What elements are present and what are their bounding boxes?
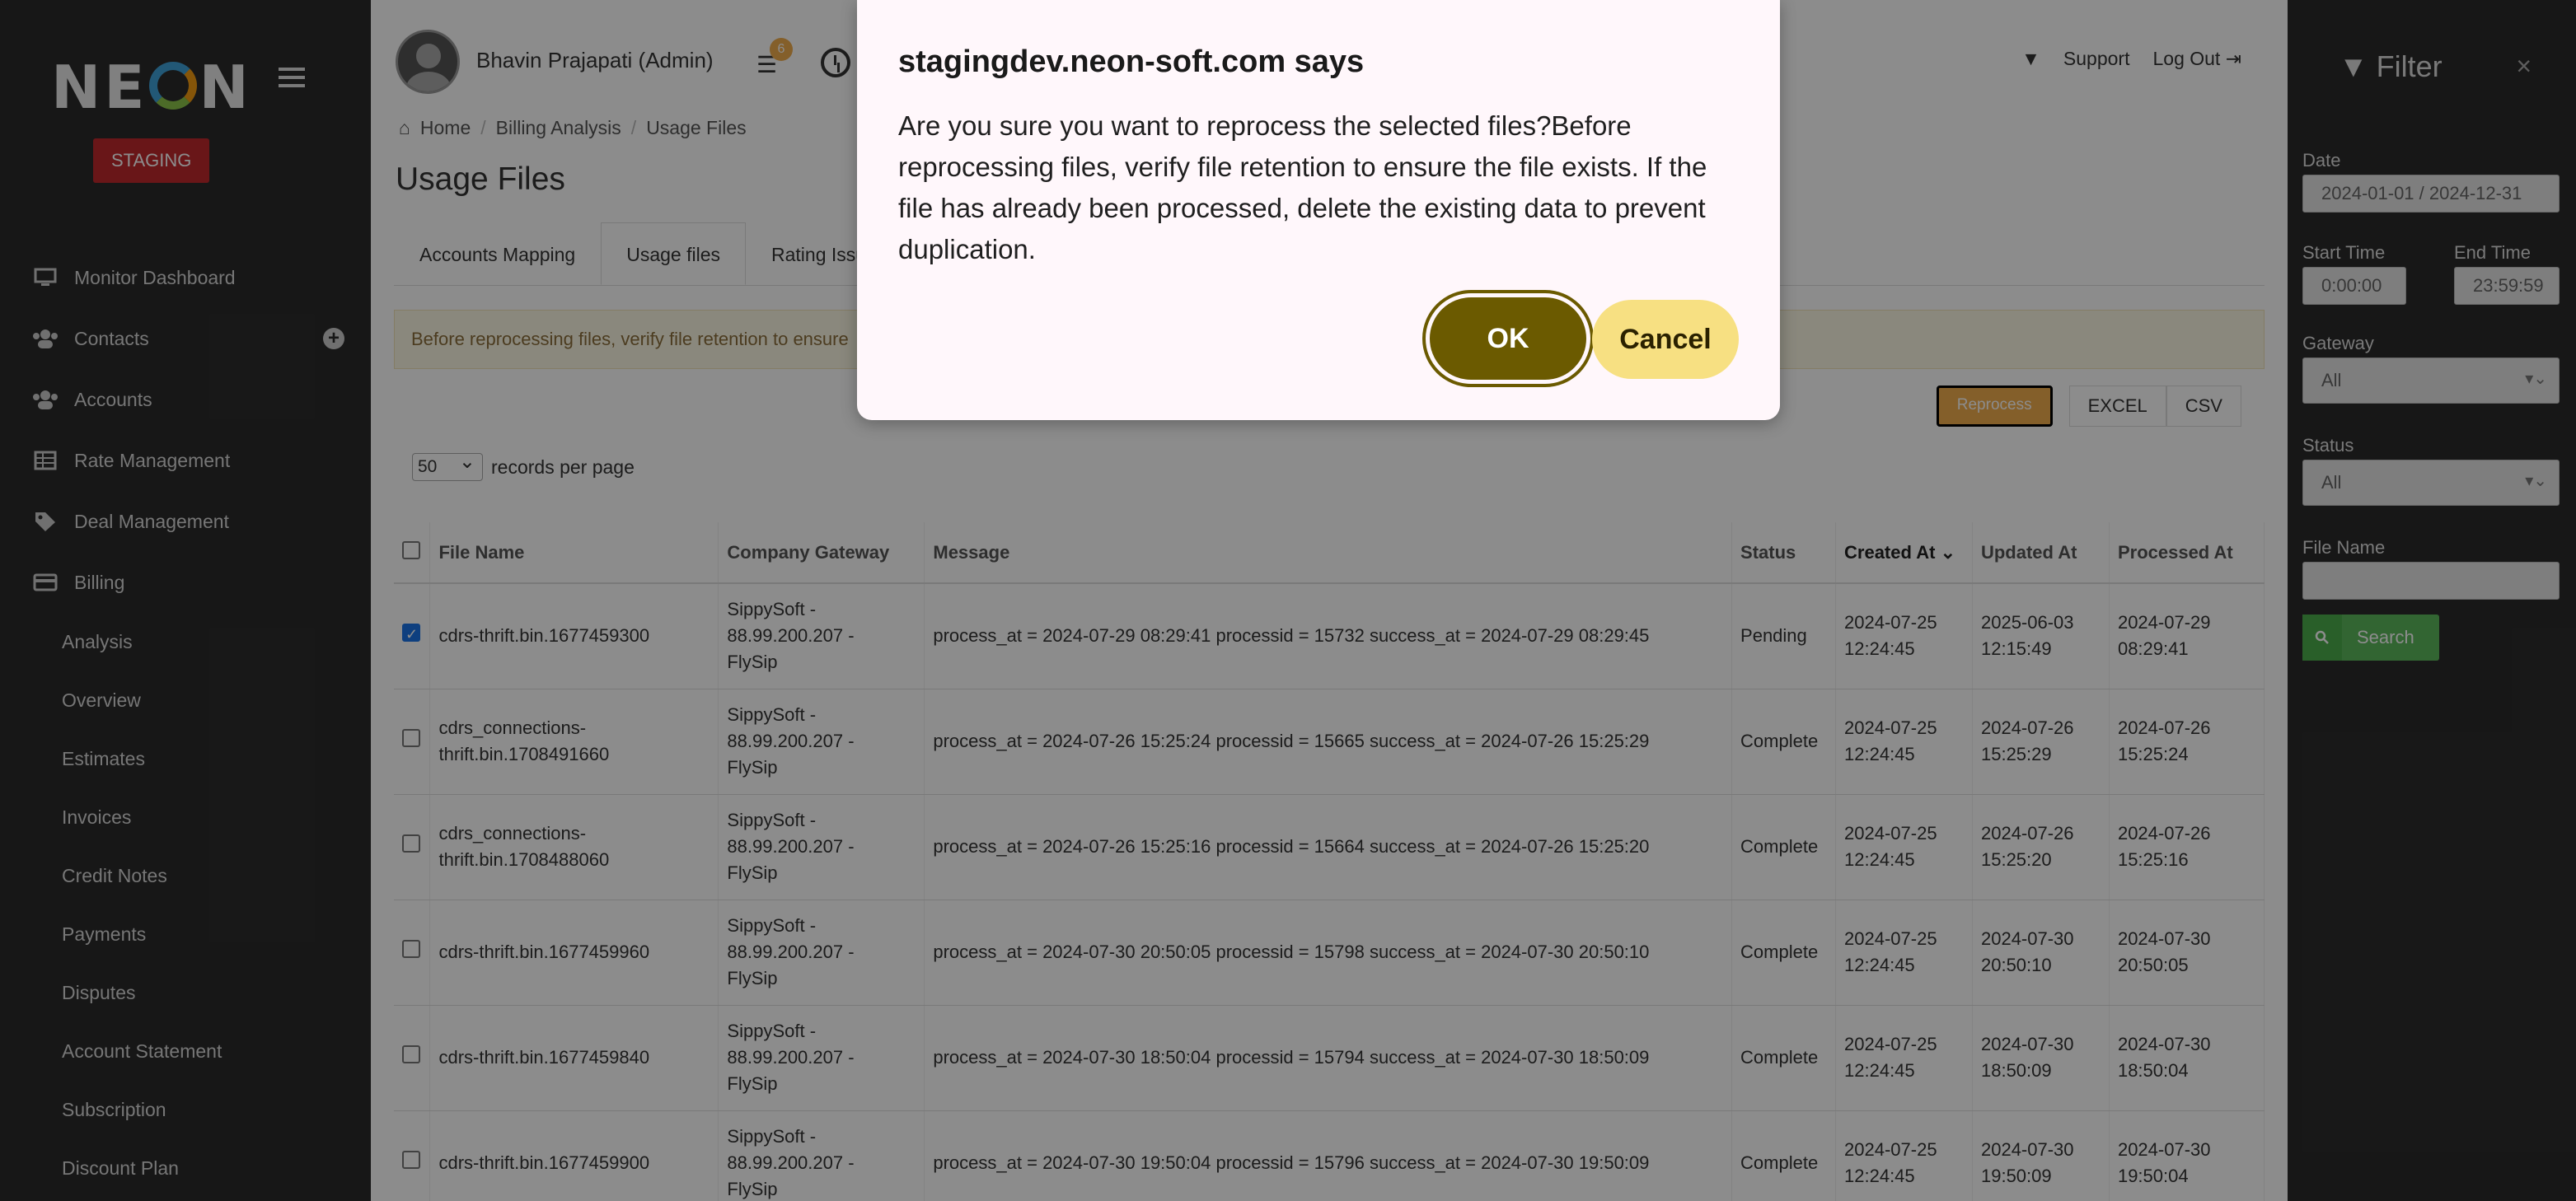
dialog-title: stagingdev.neon-soft.com says — [898, 44, 1365, 79]
ok-button[interactable]: OK — [1426, 293, 1590, 384]
confirm-dialog: stagingdev.neon-soft.com says Are you su… — [857, 0, 1780, 420]
dialog-message: Are you sure you want to reprocess the s… — [898, 110, 1707, 264]
cancel-button[interactable]: Cancel — [1592, 300, 1739, 379]
